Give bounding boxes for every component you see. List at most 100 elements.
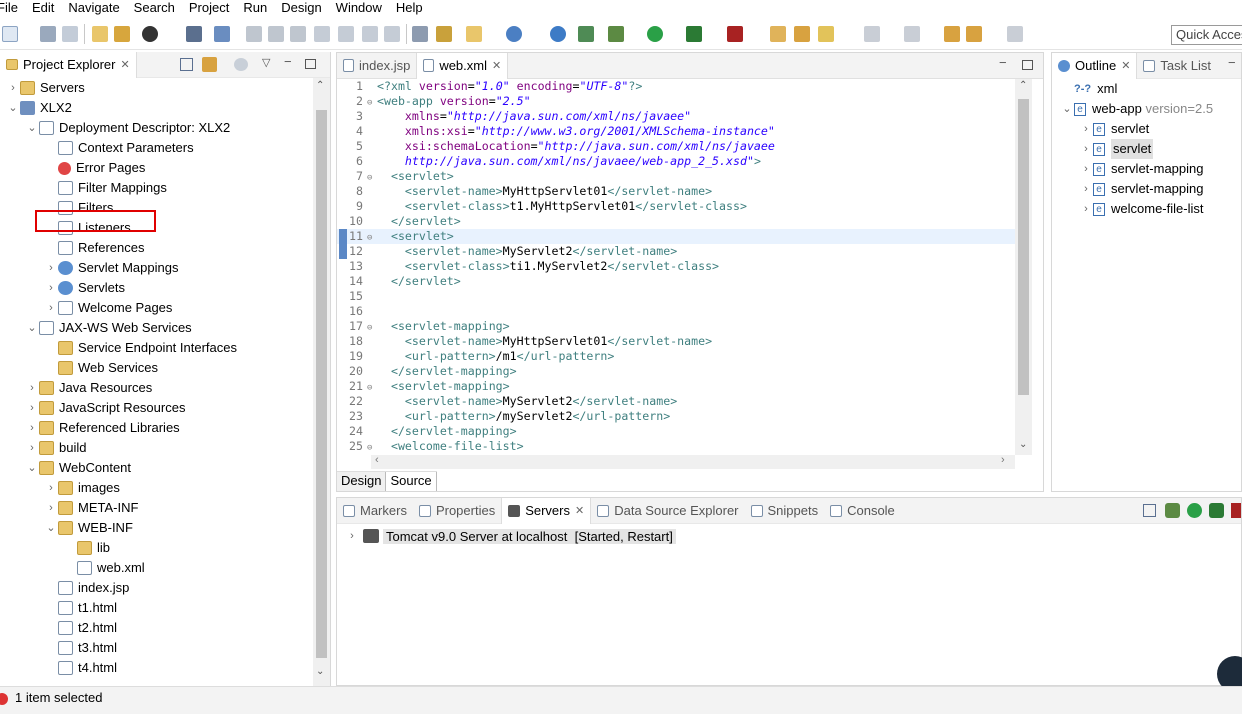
step-into-icon[interactable] [314, 26, 330, 42]
tree-item[interactable]: › Servlet Mappings [44, 258, 178, 278]
menu-file[interactable]: File [0, 0, 25, 17]
tree-item[interactable]: t3.html [44, 638, 117, 658]
expand-chevron-icon[interactable]: › [1079, 119, 1093, 139]
tab-outline[interactable]: Outline ✕ [1052, 52, 1138, 79]
save-icon[interactable] [40, 26, 56, 42]
profile-icon[interactable] [142, 26, 158, 42]
expand-chevron-icon[interactable]: › [44, 278, 58, 298]
stop-server-icon[interactable] [1231, 503, 1241, 518]
tree-item[interactable]: › META-INF [44, 498, 138, 518]
new-package-icon[interactable] [794, 26, 810, 42]
open-type-icon[interactable] [92, 26, 108, 42]
horizontal-scrollbar[interactable]: ‹ › [371, 454, 1015, 469]
tree-item[interactable]: Filter Mappings [44, 178, 167, 198]
tree-item[interactable]: Service Endpoint Interfaces [44, 338, 237, 358]
tree-item[interactable]: ⌄ Deployment Descriptor: XLX2 [25, 118, 230, 138]
expand-chevron-icon[interactable]: › [44, 478, 58, 498]
menu-search[interactable]: Search [127, 0, 182, 17]
editor-scrollbar[interactable]: ⌃ ⌄ [1015, 79, 1032, 455]
tree-item[interactable]: › images [44, 478, 120, 498]
console-icon[interactable] [186, 26, 202, 42]
coverage-icon[interactable] [686, 26, 702, 42]
globe-icon[interactable] [550, 26, 566, 42]
scroll-left-arrow[interactable]: ‹ [375, 454, 379, 466]
menu-window[interactable]: Window [329, 0, 389, 17]
new-icon[interactable] [2, 26, 18, 42]
menu-design[interactable]: Design [274, 0, 328, 17]
tab-index-jsp[interactable]: index.jsp [337, 53, 416, 79]
start-server-icon[interactable] [1187, 503, 1202, 518]
scroll-down-arrow[interactable]: ⌄ [316, 666, 324, 677]
tree-item[interactable]: ⌄ WEB-INF [44, 518, 133, 538]
tree-item[interactable]: › Welcome Pages [44, 298, 172, 318]
expand-chevron-icon[interactable]: ⌄ [25, 318, 39, 338]
outline-item[interactable]: › e servlet-mapping [1079, 179, 1203, 199]
drop-frame-icon[interactable] [384, 26, 400, 42]
tree-item[interactable]: t1.html [44, 598, 117, 618]
tab-web-xml[interactable]: web.xml ✕ [416, 52, 509, 79]
scroll-down-arrow[interactable]: ⌄ [1019, 439, 1027, 450]
tree-item[interactable]: ⌄ XLX2 [6, 98, 72, 118]
last-edit-icon[interactable] [944, 26, 960, 42]
view-menu-icon[interactable]: ▽ [262, 56, 270, 69]
expand-chevron-icon[interactable]: › [1079, 199, 1093, 219]
close-icon[interactable]: ✕ [575, 498, 584, 524]
tab-servers[interactable]: Servers ✕ [501, 497, 592, 524]
project-explorer-scrollbar[interactable]: ⌃ ⌄ [313, 78, 330, 686]
step-over-icon[interactable] [338, 26, 354, 42]
outline-item[interactable]: › e servlet-mapping [1079, 159, 1203, 179]
maximize-icon[interactable] [1022, 60, 1033, 70]
tree-item[interactable]: Context Parameters [44, 138, 194, 158]
menu-project[interactable]: Project [182, 0, 236, 17]
collapse-all-icon[interactable] [180, 58, 193, 71]
new-class-icon[interactable] [818, 26, 834, 42]
tree-item[interactable]: › Java Resources [25, 378, 152, 398]
next-annotation-icon[interactable] [864, 26, 880, 42]
close-icon[interactable]: ✕ [1121, 53, 1130, 79]
expand-chevron-icon[interactable]: ⌄ [1060, 99, 1074, 119]
external-tools-icon[interactable] [727, 26, 743, 42]
expand-chevron-icon[interactable]: › [44, 498, 58, 518]
link-editor-icon[interactable] [202, 57, 217, 72]
tree-item[interactable]: t4.html [44, 658, 117, 678]
tab-markers[interactable]: Markers [337, 498, 413, 524]
tree-item[interactable]: web.xml [63, 558, 145, 578]
maximize-icon[interactable] [305, 59, 316, 69]
expand-chevron-icon[interactable]: › [6, 78, 20, 98]
tab-snippets[interactable]: Snippets [745, 498, 825, 524]
outline-item[interactable]: › e welcome-file-list [1079, 199, 1203, 219]
tree-item[interactable]: ⌄ WebContent [25, 458, 131, 478]
expand-chevron-icon[interactable]: › [1079, 159, 1093, 179]
debug-server-icon[interactable] [1165, 503, 1180, 518]
outline-item[interactable]: › e servlet [1079, 119, 1149, 139]
step-return-icon[interactable] [362, 26, 378, 42]
tree-item[interactable]: lib [63, 538, 110, 558]
xml-source-editor[interactable]: 1 <?xml version="1.0" encoding="UTF-8"?> 2… [337, 79, 1015, 471]
quick-access-input[interactable]: Quick Access [1171, 25, 1242, 45]
close-icon[interactable]: ✕ [120, 52, 129, 78]
expand-chevron-icon[interactable]: ⌄ [25, 118, 39, 138]
scroll-right-arrow[interactable]: › [1001, 454, 1005, 466]
tree-item[interactable]: ⌄ JAX-WS Web Services [25, 318, 192, 338]
tree-item[interactable]: Web Services [44, 358, 158, 378]
suspend-icon[interactable] [268, 26, 284, 42]
tree-item[interactable]: › Servlets [44, 278, 125, 298]
terminate-icon[interactable] [290, 26, 306, 42]
outline-item[interactable]: ⌄ e web-app version=2.5 [1060, 99, 1213, 119]
scroll-thumb[interactable] [316, 110, 327, 658]
expand-chevron-icon[interactable]: › [25, 398, 39, 418]
tree-item[interactable]: index.jsp [44, 578, 129, 598]
forward-icon[interactable] [1007, 26, 1023, 42]
expand-chevron-icon[interactable]: › [1079, 139, 1093, 159]
scroll-up-arrow[interactable]: ⌃ [1019, 80, 1027, 91]
expand-chevron-icon[interactable]: › [25, 438, 39, 458]
expand-chevron-icon[interactable]: › [25, 378, 39, 398]
back-icon[interactable] [966, 26, 982, 42]
tab-project-explorer[interactable]: Project Explorer ✕ [0, 51, 137, 78]
menu-help[interactable]: Help [389, 0, 430, 17]
server-row[interactable]: › Tomcat v9.0 Server at localhost [Start… [345, 526, 676, 546]
scroll-up-arrow[interactable]: ⌃ [316, 80, 324, 91]
profile-server-icon[interactable] [1209, 503, 1224, 518]
web-service-icon[interactable] [506, 26, 522, 42]
menu-navigate[interactable]: Navigate [61, 0, 126, 17]
